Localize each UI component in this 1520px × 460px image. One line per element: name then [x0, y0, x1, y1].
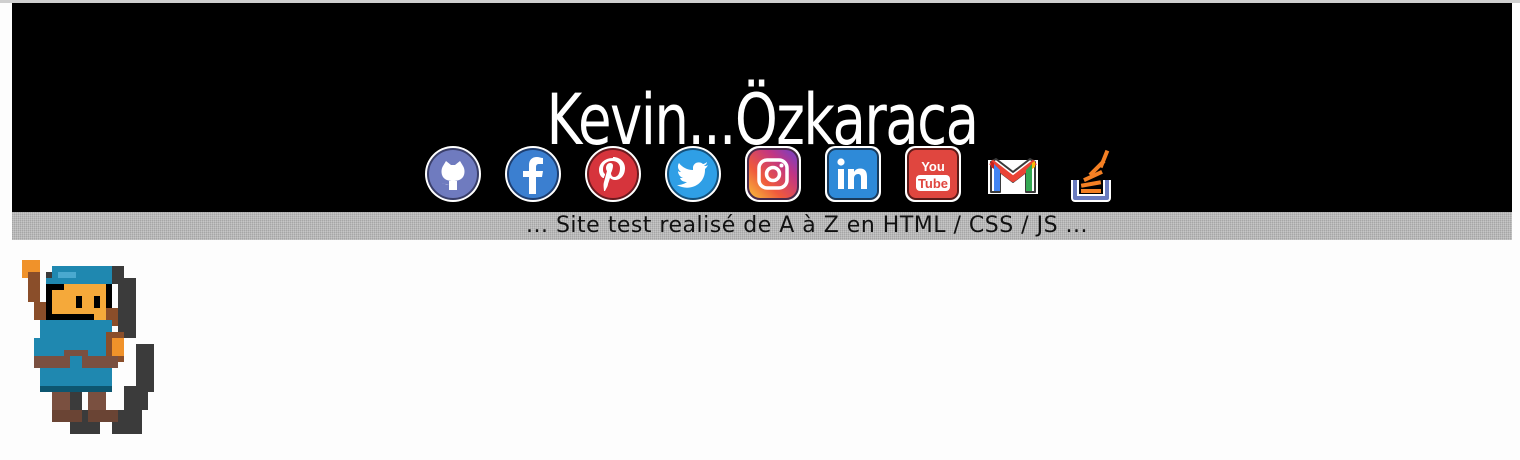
facebook-link[interactable] [503, 144, 563, 204]
pinterest-icon [585, 146, 641, 202]
tagline-bar: ... Site test realisé de A à Z en HTML /… [12, 212, 1512, 240]
stackoverflow-link[interactable] [1063, 144, 1123, 204]
linkedin-link[interactable] [823, 144, 883, 204]
svg-text:Tube: Tube [918, 176, 948, 191]
instagram-link[interactable] [743, 144, 803, 204]
site-header: Kevin...Özkaraca You Tube [12, 3, 1512, 212]
facebook-icon [505, 146, 561, 202]
tagline: ... Site test realisé de A à Z en HTML /… [525, 213, 1089, 238]
twitter-icon [665, 146, 721, 202]
gmail-icon [988, 158, 1038, 194]
gmail-link[interactable] [983, 144, 1043, 204]
github-link[interactable] [423, 144, 483, 204]
youtube-icon: You Tube [905, 146, 961, 202]
youtube-link[interactable]: You Tube [903, 144, 963, 204]
social-links: You Tube [12, 141, 1512, 207]
instagram-icon [745, 146, 801, 202]
linkedin-icon [825, 146, 881, 202]
pixel-adventurer-icon [22, 260, 202, 440]
pinterest-link[interactable] [583, 144, 643, 204]
stackoverflow-icon [1071, 149, 1111, 202]
svg-text:You: You [921, 159, 945, 174]
twitter-link[interactable] [663, 144, 723, 204]
github-icon [425, 146, 481, 202]
